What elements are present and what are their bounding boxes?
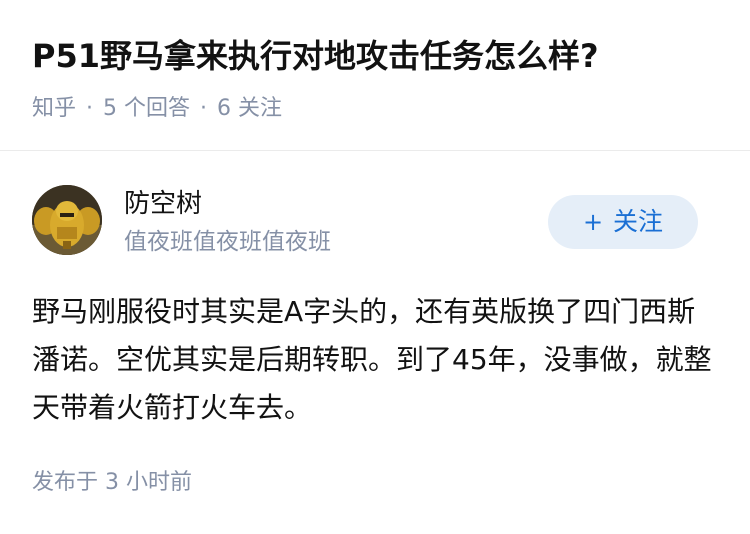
author-name[interactable]: 防空树 <box>124 186 202 222</box>
meta-separator: · <box>200 96 208 121</box>
question-meta: 知乎 · 5 个回答 · 6 关注 <box>32 94 282 124</box>
avatar-image <box>32 185 102 255</box>
author-bio: 值夜班值夜班值夜班 <box>124 229 331 255</box>
source-label[interactable]: 知乎 <box>32 96 76 121</box>
divider <box>0 150 750 151</box>
meta-separator: · <box>86 96 94 121</box>
published-time: 发布于 3 小时前 <box>32 470 192 495</box>
question-title[interactable]: P51野马拿来执行对地攻击任务怎么样? <box>32 34 599 78</box>
follow-button-label: 关注 <box>613 207 664 236</box>
question-header: P51野马拿来执行对地攻击任务怎么样? 知乎 · 5 个回答 · 6 关注 <box>0 0 750 150</box>
avatar[interactable] <box>32 185 102 255</box>
answer-content[interactable]: 野马刚服役时其实是A字头的，还有英版换了四门西斯潘诺。空优其实是后期转职。到了4… <box>32 288 722 432</box>
answers-count[interactable]: 5 个回答 <box>103 96 190 121</box>
plus-icon: + <box>582 208 604 236</box>
followers-count[interactable]: 6 关注 <box>217 96 282 121</box>
follow-button[interactable]: + 关注 <box>548 195 698 249</box>
